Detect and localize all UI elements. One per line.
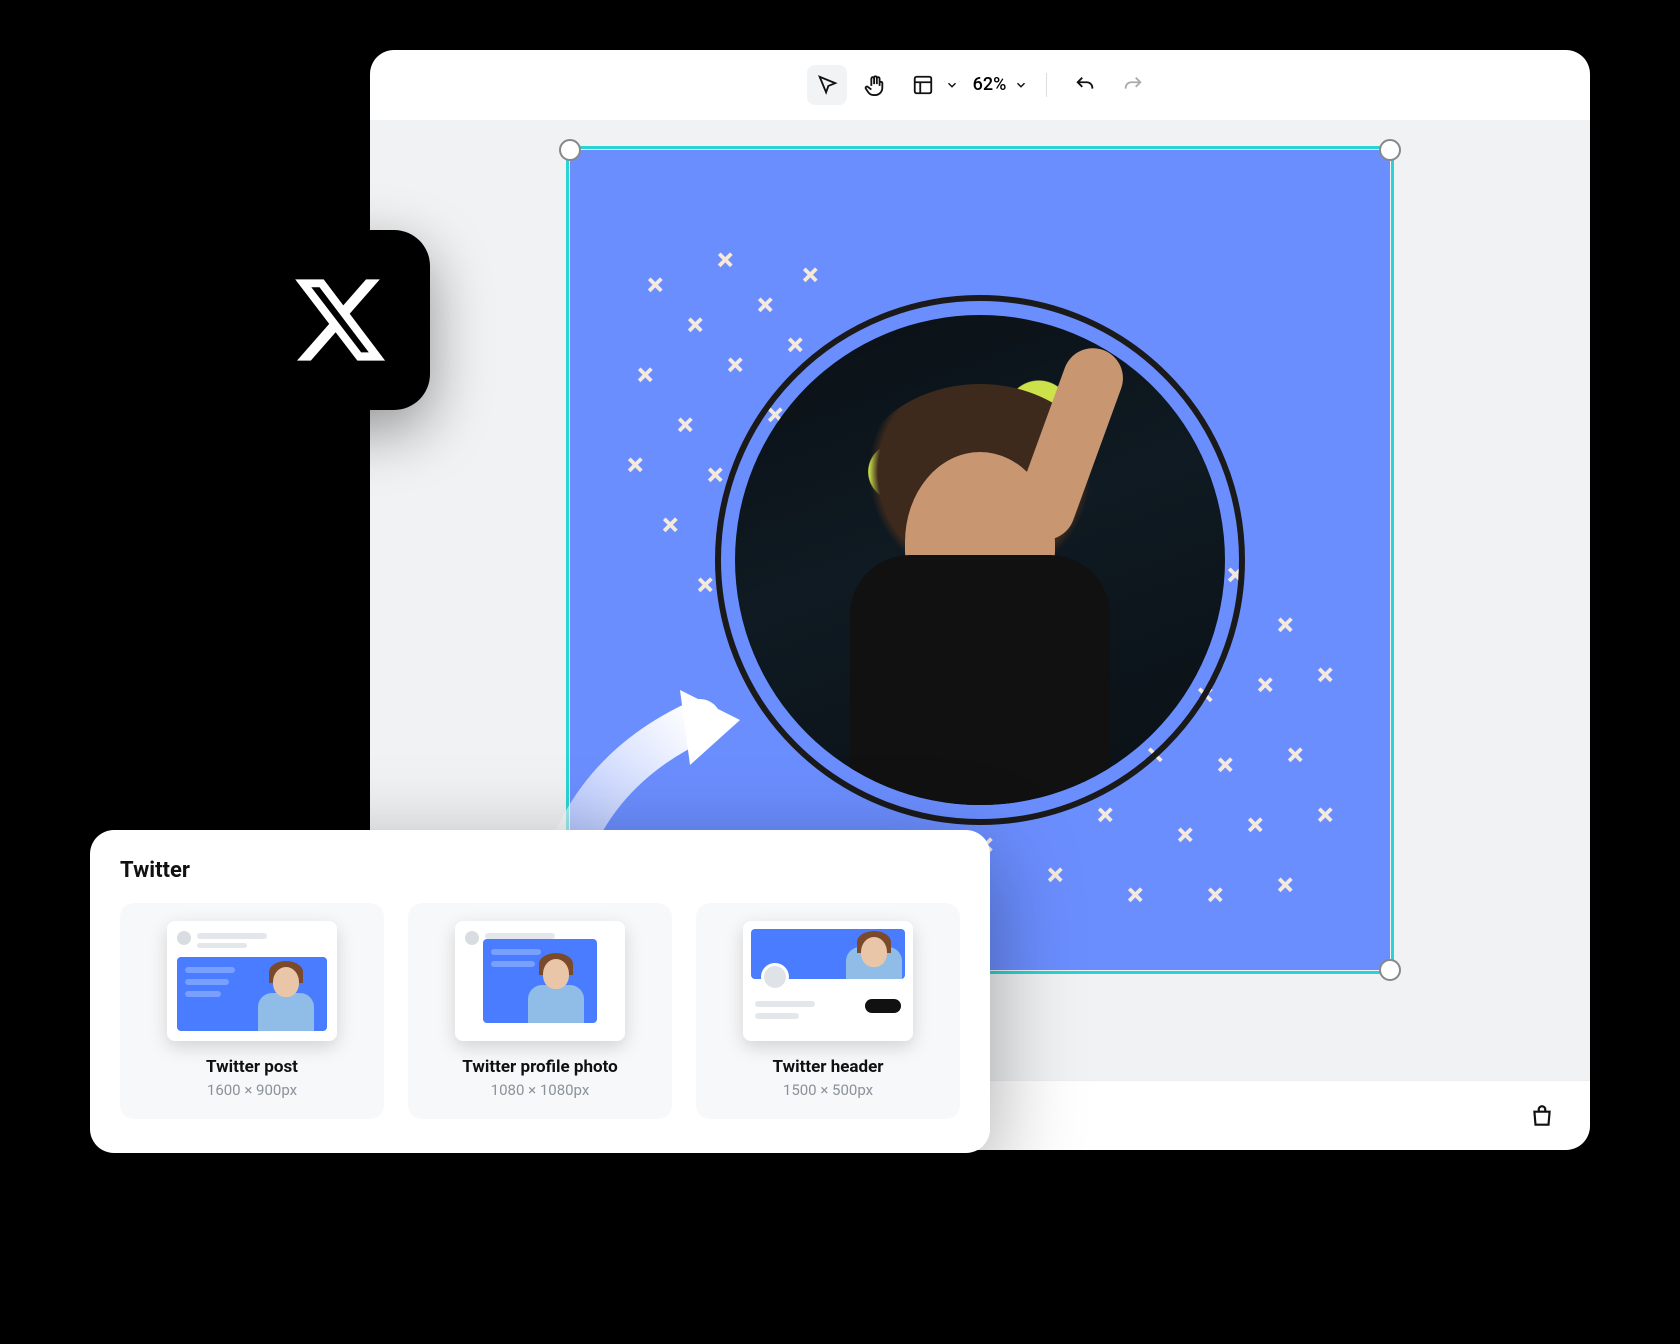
- pattern-cross: +: [664, 404, 706, 446]
- undo-button[interactable]: [1065, 65, 1105, 105]
- template-panel: Twitter Twitter post 1600 × 900px: [90, 830, 990, 1153]
- pattern-cross: +: [674, 304, 716, 346]
- template-card-header[interactable]: Twitter header 1500 × 500px: [696, 903, 960, 1119]
- pattern-cross: +: [1194, 874, 1236, 916]
- pattern-cross: +: [1114, 874, 1156, 916]
- pattern-cross: +: [744, 284, 786, 326]
- pattern-cross: +: [704, 239, 746, 281]
- pattern-cross: +: [614, 444, 656, 486]
- pattern-cross: +: [1234, 804, 1276, 846]
- template-card-post[interactable]: Twitter post 1600 × 900px: [120, 903, 384, 1119]
- pattern-cross: +: [624, 354, 666, 396]
- shopping-button[interactable]: [1522, 1096, 1562, 1136]
- zoom-control[interactable]: 62%: [967, 74, 1029, 95]
- pattern-cross: +: [1304, 654, 1346, 696]
- template-thumb: [167, 921, 337, 1041]
- pattern-cross: +: [714, 344, 756, 386]
- pattern-cross: +: [1264, 864, 1306, 906]
- cursor-tool[interactable]: [807, 65, 847, 105]
- x-logo-badge: [250, 230, 430, 410]
- resize-handle-tr[interactable]: [1379, 139, 1401, 161]
- panel-title: Twitter: [120, 858, 960, 883]
- shopping-bag-icon: [1529, 1103, 1555, 1129]
- hand-tool[interactable]: [855, 65, 895, 105]
- template-thumb: [455, 921, 625, 1041]
- zoom-value: 62%: [967, 74, 1013, 95]
- hand-icon: [864, 74, 886, 96]
- layout-tool[interactable]: [903, 65, 943, 105]
- resize-handle-tl[interactable]: [559, 139, 581, 161]
- template-dims: 1500 × 500px: [783, 1081, 873, 1099]
- pattern-cross: +: [1244, 664, 1286, 706]
- redo-icon: [1122, 74, 1144, 96]
- pattern-cross: +: [1164, 814, 1206, 856]
- x-logo-icon: [290, 270, 390, 370]
- template-thumb: [743, 921, 913, 1041]
- template-title: Twitter header: [772, 1057, 883, 1077]
- template-card-profile[interactable]: Twitter profile photo 1080 × 1080px: [408, 903, 672, 1119]
- pattern-cross: +: [1264, 604, 1306, 646]
- layout-tool-group[interactable]: [903, 65, 959, 105]
- toolbar-divider: [1046, 73, 1047, 97]
- pattern-cross: +: [649, 504, 691, 546]
- profile-photo[interactable]: [735, 315, 1225, 805]
- template-dims: 1600 × 900px: [207, 1081, 297, 1099]
- chevron-down-icon: [1014, 78, 1028, 92]
- pattern-cross: +: [1034, 854, 1076, 896]
- template-row: Twitter post 1600 × 900px Twitter profil…: [120, 903, 960, 1119]
- pattern-cross: +: [1304, 794, 1346, 836]
- template-title: Twitter post: [206, 1057, 298, 1077]
- template-dims: 1080 × 1080px: [491, 1081, 590, 1099]
- pattern-cross: +: [1274, 734, 1316, 776]
- pattern-cross: +: [634, 264, 676, 306]
- pattern-cross: +: [789, 254, 831, 296]
- cursor-icon: [816, 74, 838, 96]
- template-title: Twitter profile photo: [462, 1057, 617, 1077]
- undo-icon: [1074, 74, 1096, 96]
- redo-button[interactable]: [1113, 65, 1153, 105]
- layout-icon: [912, 74, 934, 96]
- chevron-down-icon: [945, 78, 959, 92]
- pattern-cross: +: [1204, 744, 1246, 786]
- resize-handle-br[interactable]: [1379, 959, 1401, 981]
- illustration-torso: [850, 555, 1110, 805]
- toolbar: 62%: [370, 50, 1590, 120]
